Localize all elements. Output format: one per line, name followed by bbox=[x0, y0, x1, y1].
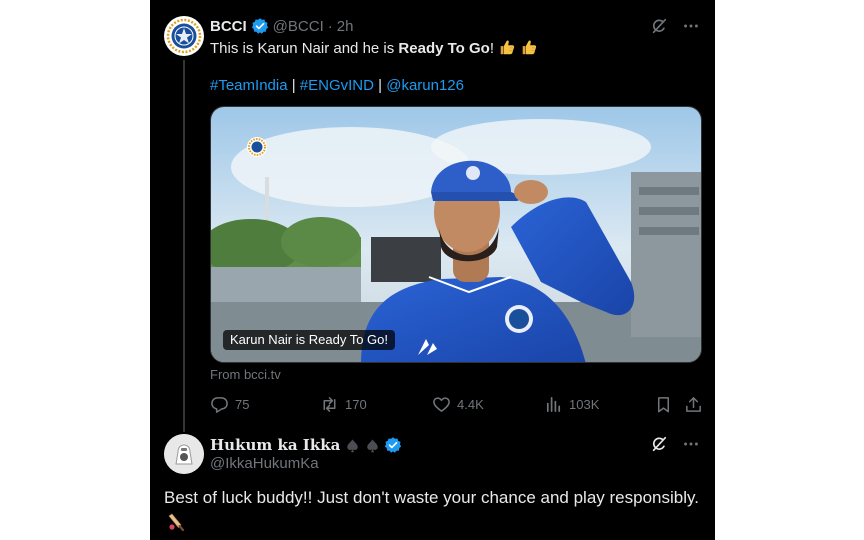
spade-icon bbox=[367, 439, 379, 452]
post-time[interactable]: 2h bbox=[337, 18, 354, 35]
spade-icon bbox=[347, 439, 359, 452]
reply-author-avatar[interactable] bbox=[164, 434, 204, 474]
more-icon bbox=[684, 442, 698, 446]
share-button[interactable] bbox=[684, 394, 703, 414]
post-top-actions bbox=[649, 16, 701, 36]
author-name[interactable]: BCCI bbox=[210, 18, 247, 35]
like-button[interactable]: 4.4K bbox=[432, 394, 484, 414]
separator-dot: · bbox=[327, 17, 333, 35]
bookmark-button[interactable] bbox=[654, 394, 673, 414]
post-text-prefix: This is Karun Nair and he is bbox=[210, 40, 399, 57]
grok-button[interactable] bbox=[649, 16, 669, 36]
grok-icon bbox=[652, 18, 667, 34]
more-icon bbox=[684, 24, 698, 28]
post-text-suffix: ! bbox=[489, 40, 494, 57]
reply-icon bbox=[211, 396, 228, 413]
reply-count: 75 bbox=[235, 396, 250, 412]
repost-icon bbox=[323, 396, 336, 412]
post-media[interactable]: Karun Nair is Ready To Go! bbox=[210, 106, 702, 363]
player-photo bbox=[211, 107, 701, 362]
hashtag-engvind[interactable]: #ENGvIND bbox=[300, 77, 374, 94]
grok-button[interactable] bbox=[649, 434, 669, 454]
reply-text: Best of luck buddy!! Just don't waste yo… bbox=[164, 488, 699, 507]
action-bar: 75 170 4.4K 103K bbox=[210, 394, 702, 414]
thumbs-up-icon bbox=[522, 40, 537, 55]
verified-badge-icon bbox=[385, 437, 402, 453]
bcci-avatar[interactable] bbox=[164, 16, 204, 56]
reply-author-handle[interactable]: @IkkaHukumKa bbox=[210, 455, 319, 472]
cricket-bat-icon bbox=[168, 513, 185, 532]
like-icon bbox=[433, 396, 450, 412]
hashtag-teamindia[interactable]: #TeamIndia bbox=[210, 77, 288, 94]
hashtag-separator: | bbox=[373, 77, 387, 94]
reply-top-actions bbox=[649, 434, 701, 454]
reply-author-name[interactable]: Hukum ka Ikka bbox=[210, 436, 340, 454]
media-caption: Karun Nair is Ready To Go! bbox=[223, 330, 395, 350]
share-icon bbox=[686, 396, 701, 412]
verified-badge-icon bbox=[251, 18, 268, 34]
views-button[interactable]: 103K bbox=[544, 394, 599, 414]
repost-button[interactable]: 170 bbox=[320, 394, 367, 414]
post-text: This is Karun Nair and he is Ready To Go… bbox=[210, 38, 538, 59]
source-link[interactable]: From bcci.tv bbox=[210, 367, 281, 382]
views-count: 103K bbox=[569, 396, 600, 412]
author-handle[interactable]: @BCCI bbox=[273, 18, 324, 35]
post-text-bold: Ready To Go bbox=[398, 40, 490, 57]
grok-icon bbox=[652, 436, 667, 452]
like-count: 4.4K bbox=[457, 396, 484, 412]
thread-line bbox=[183, 60, 185, 432]
post-header: BCCI @BCCI · 2h bbox=[210, 16, 353, 36]
bcci-logo-icon bbox=[165, 17, 203, 55]
more-button[interactable] bbox=[681, 434, 701, 454]
reply-header: Hukum ka Ikka bbox=[210, 434, 402, 456]
timeline: BCCI @BCCI · 2h This is Karun Nair and h… bbox=[150, 0, 715, 540]
mention-karun126[interactable]: @karun126 bbox=[386, 77, 464, 94]
more-button[interactable] bbox=[681, 16, 701, 36]
post-hashtags: #TeamIndia | #ENGvIND | @karun126 bbox=[210, 76, 464, 96]
avatar-image bbox=[164, 434, 204, 474]
thumbs-up-icon bbox=[500, 40, 515, 55]
hashtag-separator: | bbox=[287, 77, 300, 94]
bookmark-icon bbox=[657, 396, 670, 412]
reply-button[interactable]: 75 bbox=[210, 394, 249, 414]
views-icon bbox=[546, 396, 561, 412]
repost-count: 170 bbox=[345, 396, 367, 412]
